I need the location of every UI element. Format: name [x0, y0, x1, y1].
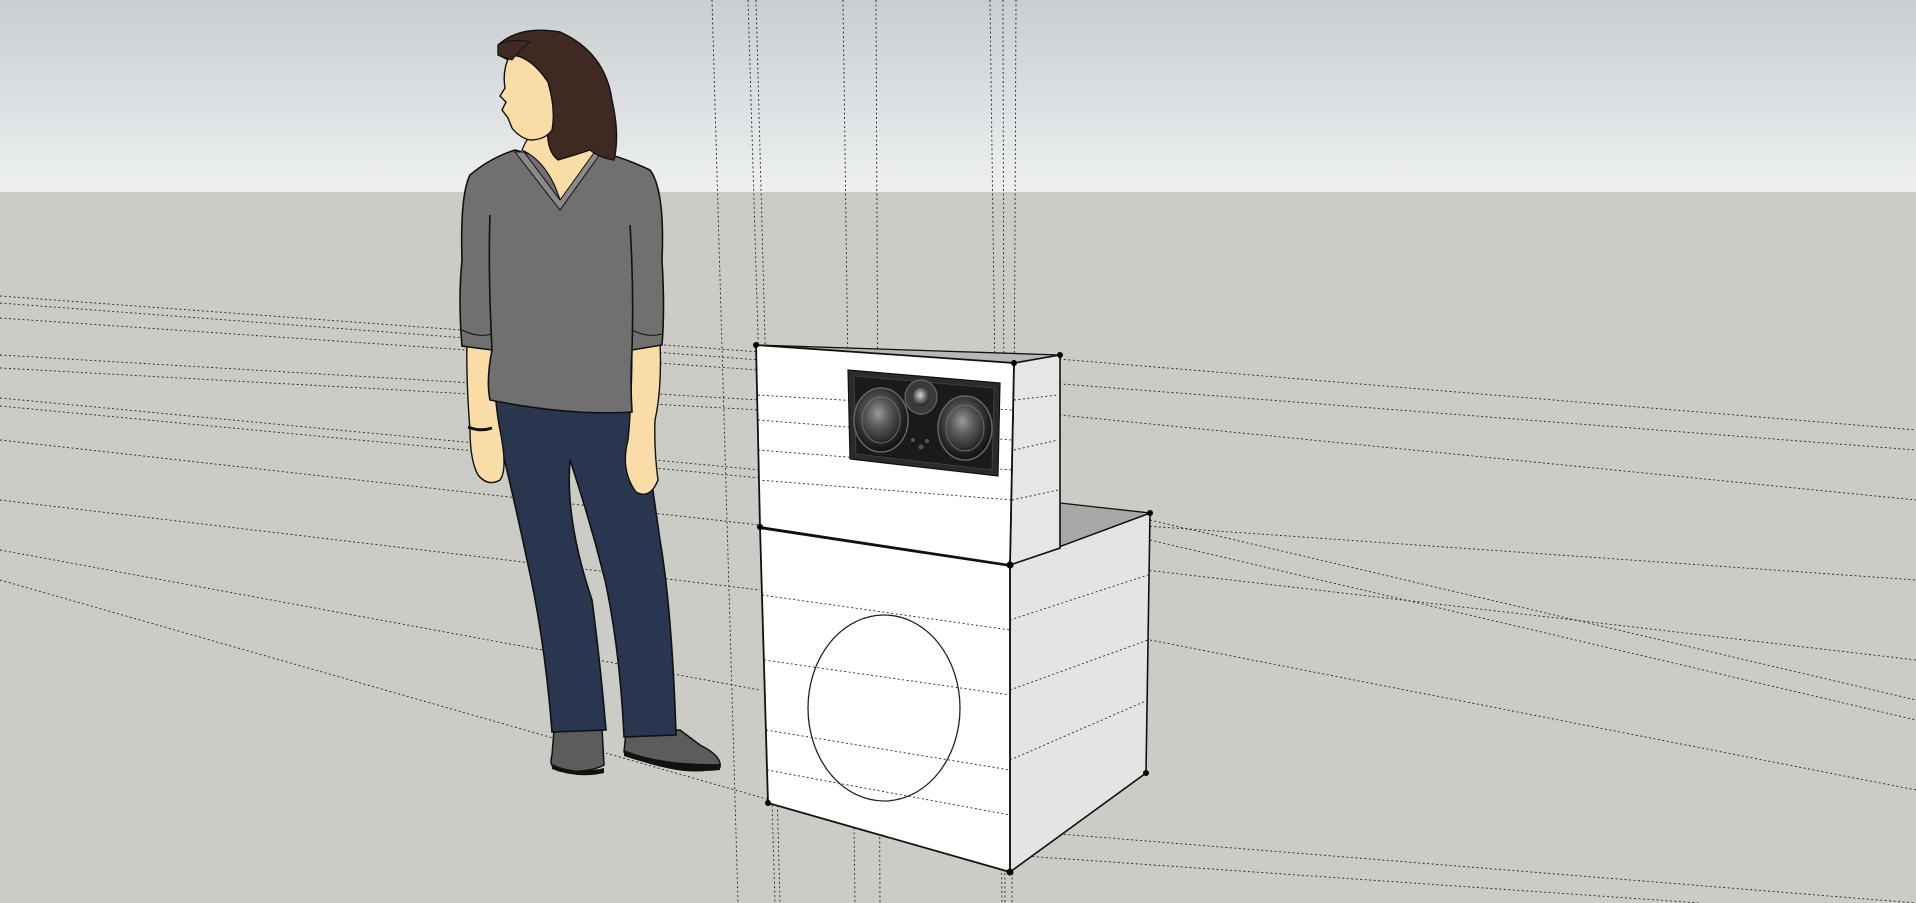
modeling-viewport[interactable] — [0, 0, 1916, 903]
3d-scene[interactable] — [0, 0, 1916, 903]
center-channel-speaker-cabinet[interactable] — [754, 344, 1061, 567]
left-shoe — [550, 727, 605, 773]
center-cabinet-side-face — [1009, 354, 1061, 567]
sky — [0, 0, 1916, 192]
in-wall-speaker-grille[interactable] — [847, 369, 1001, 477]
